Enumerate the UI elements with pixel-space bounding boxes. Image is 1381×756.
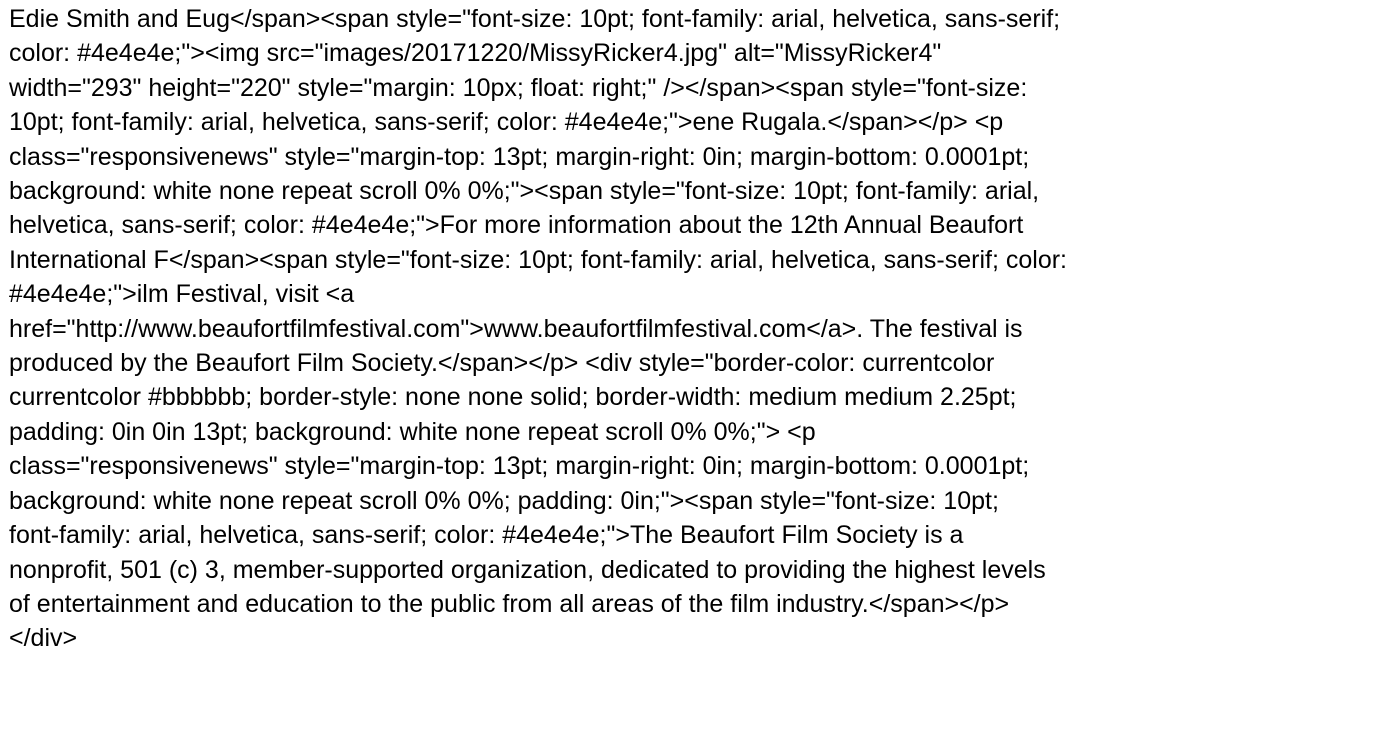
text-line: href="http://www.beaufortfilmfestival.co… — [9, 314, 1023, 343]
text-line: class="responsivenews" style="margin-top… — [9, 142, 1030, 171]
page: Edie Smith and Eug</span><span style="fo… — [0, 0, 1381, 756]
text-line: background: white none repeat scroll 0% … — [9, 486, 999, 515]
text-line: nonprofit, 501 (c) 3, member-supported o… — [9, 555, 1046, 584]
text-line: International F</span><span style="font-… — [9, 245, 1068, 274]
text-line: Edie Smith and Eug</span><span style="fo… — [9, 5, 1061, 33]
source-code-text: Edie Smith and Eug</span><span style="fo… — [9, 2, 1379, 656]
text-line: currentcolor #bbbbbb; border-style: none… — [9, 383, 1017, 412]
text-line: #4e4e4e;">ilm Festival, visit <a — [9, 280, 355, 309]
text-line: font-family: arial, helvetica, sans-seri… — [9, 521, 964, 550]
text-line: 10pt; font-family: arial, helvetica, san… — [9, 108, 1004, 137]
text-line: </div> — [9, 624, 78, 653]
text-line: width="293" height="220" style="margin: … — [9, 73, 1028, 102]
text-line: produced by the Beaufort Film Society.</… — [9, 349, 995, 378]
text-line: color: #4e4e4e;"><img src="images/201712… — [9, 39, 942, 68]
text-line: of entertainment and education to the pu… — [9, 589, 1010, 618]
text-line: padding: 0in 0in 13pt; background: white… — [9, 417, 816, 446]
text-line: background: white none repeat scroll 0% … — [9, 177, 1040, 206]
text-line: class="responsivenews" style="margin-top… — [9, 452, 1030, 481]
text-line: helvetica, sans-serif; color: #4e4e4e;">… — [9, 211, 1024, 240]
